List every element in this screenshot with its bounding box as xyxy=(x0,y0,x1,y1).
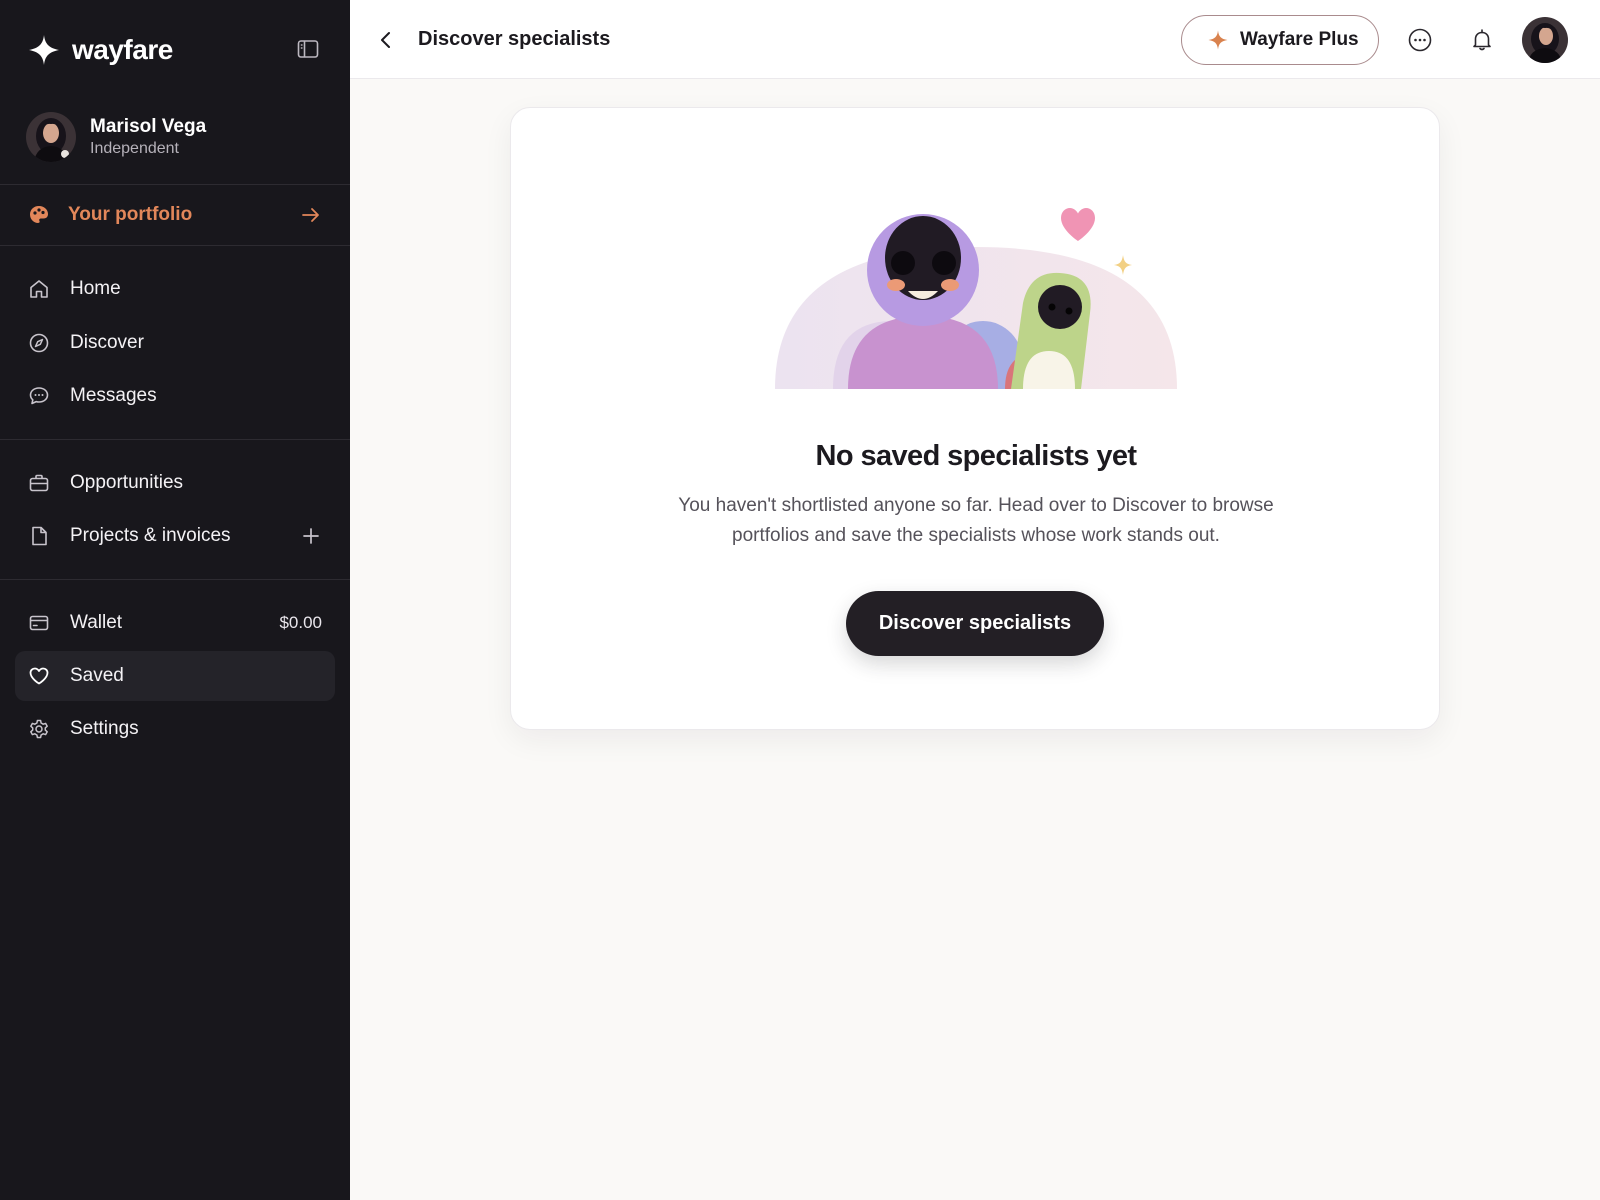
divider xyxy=(0,245,350,246)
user-name: Marisol Vega xyxy=(90,116,207,137)
sidebar-item-settings[interactable]: Settings xyxy=(15,704,335,754)
sidebar-item-wallet[interactable]: Wallet $0.00 xyxy=(15,598,335,648)
chevron-left-icon xyxy=(381,32,390,48)
sidebar-item-saved[interactable]: Saved xyxy=(15,651,335,701)
heart-icon xyxy=(29,667,49,685)
compass-icon xyxy=(29,333,49,353)
avatar[interactable] xyxy=(1522,17,1568,63)
discover-specialists-button[interactable]: Discover specialists xyxy=(846,591,1104,656)
wayfare-plus-label: Wayfare Plus xyxy=(1240,29,1359,50)
sparkle-logo-icon xyxy=(29,35,59,65)
sidebar-item-label: Settings xyxy=(70,718,139,739)
sidebar-item-projects-invoices[interactable]: Projects & invoices xyxy=(15,511,335,561)
user-role: Independent xyxy=(90,140,179,157)
sidebar-item-label: Saved xyxy=(70,665,124,686)
collapse-sidebar-button[interactable] xyxy=(296,37,320,61)
empty-state-description: You haven't shortlisted anyone so far. H… xyxy=(678,495,1274,546)
sidebar-item-home[interactable]: Home xyxy=(15,264,335,314)
sidebar-item-label: Opportunities xyxy=(70,472,184,493)
divider xyxy=(0,439,350,440)
more-horizontal-icon xyxy=(1408,28,1432,52)
sidebar-item-label: Projects & invoices xyxy=(70,525,231,546)
sidebar-panel-icon xyxy=(297,40,319,58)
plus-icon xyxy=(303,528,319,544)
notifications-button[interactable] xyxy=(1468,26,1496,54)
empty-state-card: No saved specialists yet You haven't sho… xyxy=(510,107,1440,730)
top-bar: Discover specialists Wayfare Plus xyxy=(350,0,1600,79)
sidebar-item-opportunities[interactable]: Opportunities xyxy=(15,458,335,508)
sidebar-item-messages[interactable]: Messages xyxy=(15,371,335,421)
home-icon xyxy=(30,280,48,298)
palette-icon xyxy=(30,206,48,223)
document-icon xyxy=(32,526,47,546)
sidebar-item-label: Discover xyxy=(70,332,144,353)
divider xyxy=(0,579,350,580)
brand-name: wayfare xyxy=(72,34,173,65)
user-profile[interactable]: Marisol Vega Independent xyxy=(26,112,206,162)
briefcase-icon xyxy=(29,474,49,492)
brand[interactable]: wayfare xyxy=(28,30,173,70)
bell-icon xyxy=(1473,29,1491,51)
add-project-button[interactable] xyxy=(300,525,322,547)
wayfare-plus-button[interactable]: Wayfare Plus xyxy=(1181,15,1379,65)
sidebar-item-label: Wallet xyxy=(70,612,123,633)
more-options-button[interactable] xyxy=(1406,26,1434,54)
wallet-balance: $0.00 xyxy=(279,613,322,632)
wallet-icon xyxy=(29,615,49,631)
empty-state-illustration xyxy=(775,208,1177,389)
sidebar-item-label: Home xyxy=(70,278,121,299)
your-portfolio-label: Your portfolio xyxy=(68,204,193,225)
avatar xyxy=(26,112,76,162)
your-portfolio-link[interactable]: Your portfolio xyxy=(0,185,350,245)
sidebar-item-discover[interactable]: Discover xyxy=(15,318,335,368)
chat-bubble-icon xyxy=(29,387,49,405)
sidebar-item-label: Messages xyxy=(70,385,157,406)
back-button[interactable] xyxy=(372,26,400,54)
sidebar: wayfare Marisol Vega Independent Your po… xyxy=(0,0,350,1200)
empty-state-title: No saved specialists yet xyxy=(815,440,1137,472)
sparkle-icon xyxy=(1208,30,1228,50)
page-title: Discover specialists xyxy=(418,28,611,50)
gear-icon xyxy=(30,719,48,739)
arrow-right-icon xyxy=(302,208,319,222)
